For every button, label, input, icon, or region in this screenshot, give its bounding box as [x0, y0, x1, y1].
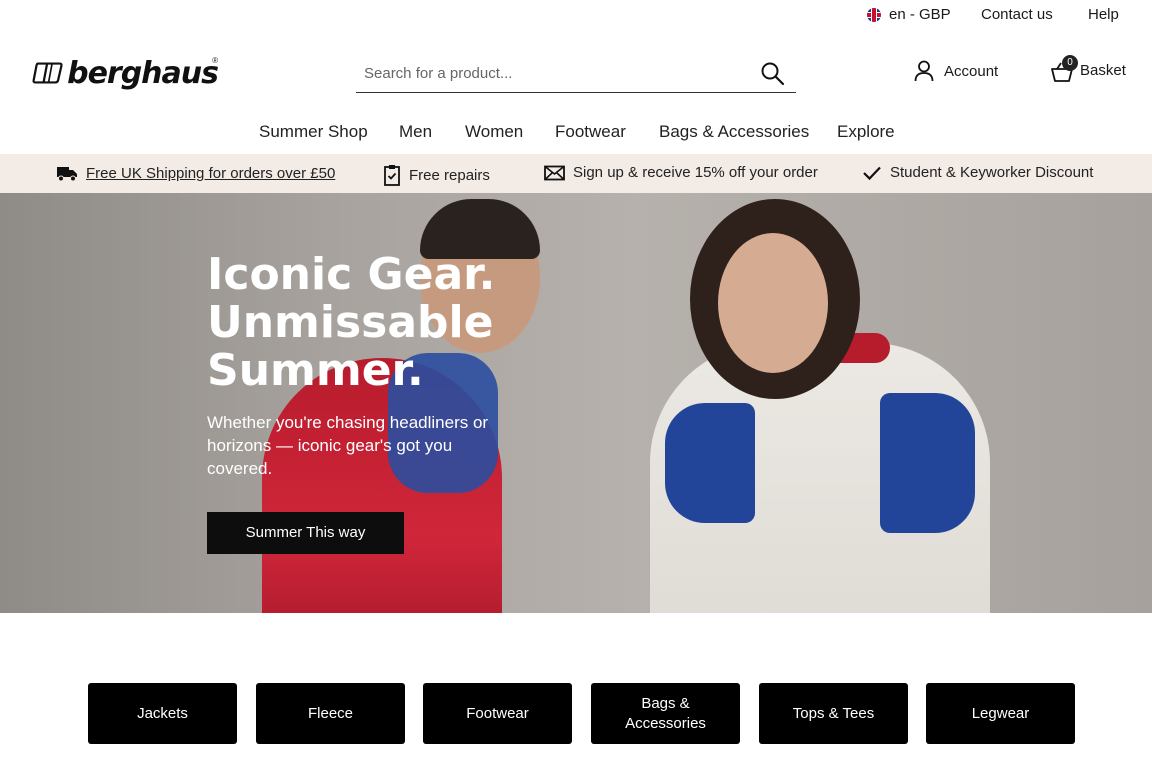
category-tile-legwear[interactable]: Legwear	[926, 683, 1075, 744]
basket-icon-wrap: 0	[1050, 55, 1078, 82]
basket-count-badge: 0	[1062, 55, 1078, 71]
category-tile-footwear[interactable]: Footwear	[423, 683, 572, 744]
hero-model-right-panel-right	[880, 393, 975, 533]
account-label: Account	[944, 62, 999, 80]
category-tile-bags-accessories[interactable]: Bags & Accessories	[591, 683, 740, 744]
hero-cta-button[interactable]: Summer This way	[207, 512, 404, 554]
hero-banner[interactable]: Iconic Gear. Unmissable Summer. Whether …	[0, 193, 1152, 613]
discount-label: Student & Keyworker Discount	[890, 164, 1094, 181]
uk-flag-icon	[867, 7, 881, 22]
hero-title-line-2: Unmissable	[207, 297, 494, 348]
hero-model-right-face	[718, 233, 828, 373]
promo-repairs: Free repairs	[383, 164, 490, 186]
category-tile-tops-tees[interactable]: Tops & Tees	[759, 683, 908, 744]
nav-item-footwear[interactable]: Footwear	[555, 122, 626, 142]
registered-mark: ®	[212, 56, 218, 65]
promo-signup: Sign up & receive 15% off your order	[544, 164, 818, 181]
promo-discount: Student & Keyworker Discount	[862, 164, 1093, 181]
signup-label: Sign up & receive 15% off your order	[573, 164, 818, 181]
envelope-icon	[544, 165, 565, 180]
search-input[interactable]	[356, 56, 746, 90]
truck-icon	[57, 167, 77, 182]
locale-label: en - GBP	[889, 6, 951, 23]
checkmark-icon	[863, 166, 881, 180]
hero-title-line-1: Iconic Gear.	[207, 249, 496, 300]
nav-item-bags-accessories[interactable]: Bags & Accessories	[659, 122, 809, 142]
hero-model-right-panel-left	[665, 403, 755, 523]
promo-strip: Free UK Shipping for orders over £50 Fre…	[0, 154, 1152, 193]
repairs-label: Free repairs	[409, 166, 490, 184]
hero-title: Iconic Gear. Unmissable Summer.	[207, 251, 567, 395]
category-tile-fleece[interactable]: Fleece	[256, 683, 405, 744]
hero-title-line-3: Summer.	[207, 345, 424, 396]
nav-item-women[interactable]: Women	[465, 122, 523, 142]
basket-label: Basket	[1080, 61, 1126, 79]
account-link[interactable]: Account	[914, 60, 998, 82]
clipboard-check-icon	[384, 165, 400, 186]
help-link[interactable]: Help	[1088, 6, 1119, 23]
nav-item-summer-shop[interactable]: Summer Shop	[259, 122, 368, 142]
basket-link[interactable]: 0 Basket	[1050, 55, 1126, 82]
category-tile-jackets[interactable]: Jackets	[88, 683, 237, 744]
logo-mark-icon	[32, 62, 63, 84]
category-tiles: Jackets Fleece Footwear Bags & Accessori…	[0, 683, 1152, 744]
locale-selector[interactable]: en - GBP	[867, 6, 951, 23]
search-icon[interactable]	[760, 61, 786, 87]
search-bar	[356, 56, 796, 93]
berghaus-logo[interactable]: berghaus ®	[32, 52, 219, 94]
user-icon	[914, 60, 934, 82]
hero-subtitle: Whether you're chasing headliners or hor…	[207, 413, 489, 478]
contact-link[interactable]: Contact us	[981, 6, 1053, 23]
nav-item-men[interactable]: Men	[399, 122, 432, 142]
shipping-link[interactable]: Free UK Shipping for orders over £50	[86, 165, 335, 182]
logo-wordmark: berghaus	[67, 55, 219, 91]
nav-item-explore[interactable]: Explore	[837, 122, 895, 142]
utility-bar: en - GBP Contact us Help	[0, 0, 1152, 32]
promo-shipping[interactable]: Free UK Shipping for orders over £50	[56, 164, 335, 182]
